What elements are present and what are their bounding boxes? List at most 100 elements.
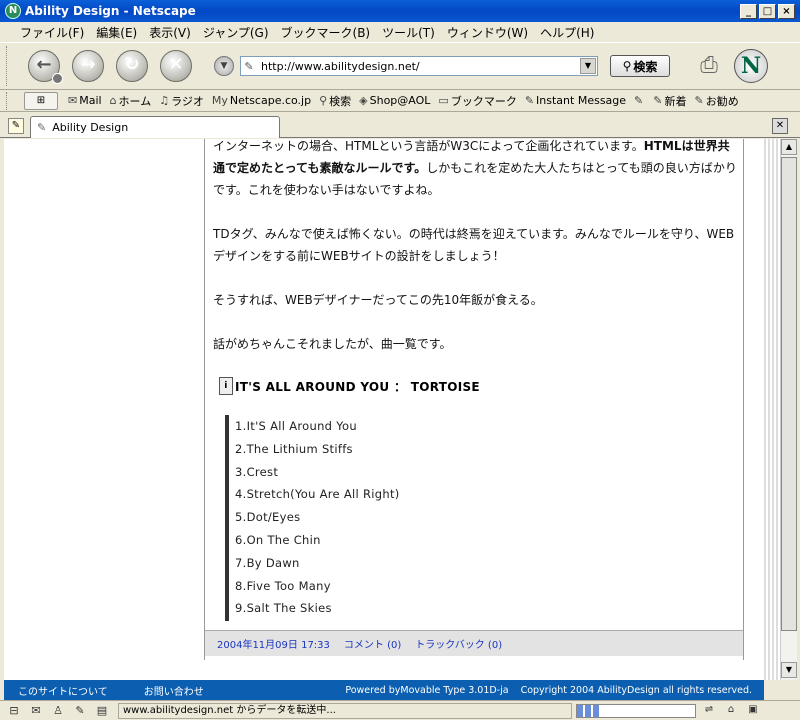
back-arrow-icon: ←	[36, 54, 52, 75]
personal-item-link[interactable]: ✎	[630, 94, 649, 107]
paragraph-track-intro: 話がめちゃんこそれましたが、曲一覧です。	[213, 337, 452, 351]
forward-button[interactable]: →	[72, 50, 104, 82]
forward-arrow-icon: →	[80, 54, 96, 75]
lock-icon: ▣	[748, 703, 758, 715]
url-dropdown-button[interactable]: ▼	[580, 58, 596, 74]
navigator-icon[interactable]: ⊟	[6, 704, 22, 718]
personal-toolbar: ⊞ ✉ Mail ⌂ ホーム ♫ ラジオ My Netscape.co.jp ⚲ 検索 ◈…	[0, 90, 800, 112]
menu-help[interactable]: ヘルプ(H)	[534, 24, 600, 41]
radio-icon: ♫	[159, 94, 170, 107]
composer-icon[interactable]: ✎	[72, 704, 88, 718]
tab-ability-design[interactable]: ✎ Ability Design	[30, 116, 280, 138]
menu-window[interactable]: ウィンドウ(W)	[441, 24, 534, 41]
stop-button[interactable]: ✕	[160, 50, 192, 82]
list-item: 8.Five Too Many	[235, 578, 331, 593]
personal-item-radio[interactable]: ♫ ラジオ	[155, 93, 208, 109]
link-icon: ✎	[653, 94, 663, 107]
post-date-link[interactable]: 2004年11月09日 17:33	[217, 636, 330, 651]
online-status-icon[interactable]: ⇌	[700, 704, 718, 718]
comments-link[interactable]: コメント (0)	[344, 636, 401, 651]
search-icon: ⚲	[319, 94, 328, 107]
page-viewport: インターネットの場合、HTMLという言語がW3Cによって企画化されています。HT…	[4, 139, 764, 680]
menu-edit[interactable]: 編集(E)	[90, 24, 143, 41]
search-button[interactable]: ⚲ 検索	[610, 55, 670, 77]
main-content-column: インターネットの場合、HTMLという言語がW3Cによって企画化されています。HT…	[204, 139, 744, 660]
url-bar: ✎ ▼	[240, 56, 598, 76]
toolbar-grip[interactable]	[6, 91, 12, 110]
security-icon[interactable]: ⌂	[722, 704, 740, 718]
personal-item-label: ホーム	[118, 94, 152, 108]
back-button[interactable]: ←	[28, 50, 63, 84]
menu-go[interactable]: ジャンプ(G)	[197, 24, 275, 41]
mail-icon[interactable]: ✉	[28, 704, 44, 718]
minimize-button[interactable]: _	[740, 3, 757, 19]
maximize-button[interactable]: □	[759, 3, 776, 19]
personal-item-shop[interactable]: ◈ Shop@AOL	[355, 94, 434, 107]
url-input[interactable]	[257, 58, 580, 74]
aim-icon[interactable]: ♙	[50, 704, 66, 718]
link-icon: ✎	[524, 94, 535, 107]
album-title: IT'S ALL AROUND YOU ： TORTOISE	[235, 379, 480, 394]
personal-item-label: Shop@AOL	[369, 94, 431, 107]
personal-item-home[interactable]: ⌂ ホーム	[106, 93, 156, 109]
menu-bookmarks[interactable]: ブックマーク(B)	[275, 24, 377, 41]
navigation-toolbar: ← → ↻ ✕ ▼ ✎ ▼ ⚲ 検索 ⎙ N	[0, 42, 800, 90]
toolbar-grip[interactable]	[6, 46, 12, 86]
reload-button[interactable]: ↻	[116, 50, 148, 82]
history-dropdown-button[interactable]: ▼	[214, 56, 234, 76]
status-text: www.abilitydesign.net からデータを転送中...	[118, 702, 572, 719]
track-list: 1.It'S All Around You 2.The Lithium Stif…	[225, 415, 400, 621]
menu-tools[interactable]: ツール(T)	[376, 24, 441, 41]
printer-icon: ⎙	[700, 53, 718, 78]
personal-item-mail[interactable]: ✉ Mail	[64, 94, 106, 107]
trackbacks-link[interactable]: トラックバック (0)	[415, 636, 502, 651]
menu-file[interactable]: ファイル(F)	[14, 24, 90, 41]
scroll-down-button[interactable]: ▼	[781, 662, 797, 678]
contact-link[interactable]: お問い合わせ	[144, 683, 204, 698]
new-tab-button[interactable]: ✎	[8, 118, 24, 134]
vertical-scrollbar[interactable]: ▲ ▼	[780, 139, 797, 680]
home-icon: ⌂	[109, 94, 117, 107]
chevron-up-icon: ▲	[785, 142, 793, 151]
mail-icon: ✉	[68, 94, 78, 107]
link-icon: ✎	[694, 94, 704, 107]
menu-bar: ファイル(F) 編集(E) 表示(V) ジャンプ(G) ブックマーク(B) ツー…	[0, 22, 800, 42]
tab-bar: ✎ ✎ Ability Design ✕	[0, 114, 800, 138]
page-proxy-icon[interactable]: ✎	[241, 60, 257, 73]
personal-item-instant-message[interactable]: ✎ Instant Message	[521, 94, 630, 107]
back-dropdown-icon[interactable]	[52, 73, 63, 84]
list-item: 5.Dot/Eyes	[235, 510, 301, 525]
personal-item-search[interactable]: ⚲ 検索	[315, 93, 355, 109]
scroll-thumb[interactable]	[781, 157, 797, 631]
print-button[interactable]: ⎙	[694, 51, 724, 81]
list-item: 9.Salt The Skies	[235, 601, 332, 616]
paragraph-text: インターネットの場合、HTMLという言語がW3Cによって企画化されています。	[213, 139, 644, 153]
progress-bar	[576, 703, 696, 718]
link-icon: ✎	[634, 94, 644, 107]
about-site-link[interactable]: このサイトについて	[18, 683, 108, 698]
close-button[interactable]: ×	[778, 3, 795, 19]
personal-item-netscape[interactable]: My Netscape.co.jp	[208, 94, 315, 107]
close-tab-button[interactable]: ✕	[772, 118, 788, 134]
progress-fill	[577, 704, 601, 717]
sidebar-icon: ⊞	[36, 94, 46, 106]
personal-item-recommend[interactable]: ✎ お勧め	[690, 93, 742, 109]
shop-icon: ◈	[359, 94, 368, 107]
personal-item-label: お勧め	[705, 94, 739, 108]
personal-item-new[interactable]: ✎ 新着	[649, 93, 690, 109]
search-button-label: 検索	[633, 59, 658, 74]
chevron-down-icon: ▼	[220, 61, 228, 71]
netscape-throbber-icon[interactable]: N	[734, 49, 768, 83]
scroll-up-button[interactable]: ▲	[781, 139, 797, 155]
menu-view[interactable]: 表示(V)	[143, 24, 197, 41]
document-icon: i	[219, 377, 233, 395]
close-icon: ✕	[775, 120, 785, 131]
personal-item-label: Netscape.co.jp	[229, 94, 312, 107]
stop-icon: ✕	[168, 54, 184, 75]
sidebar-toggle-button[interactable]: ⊞	[24, 91, 58, 110]
reload-icon: ↻	[124, 54, 140, 75]
personal-item-bookmarks[interactable]: ▭ ブックマーク	[434, 93, 520, 109]
personal-item-label: 検索	[329, 94, 352, 108]
address-book-icon[interactable]: ▤	[94, 704, 110, 718]
chevron-down-icon: ▼	[785, 665, 793, 674]
